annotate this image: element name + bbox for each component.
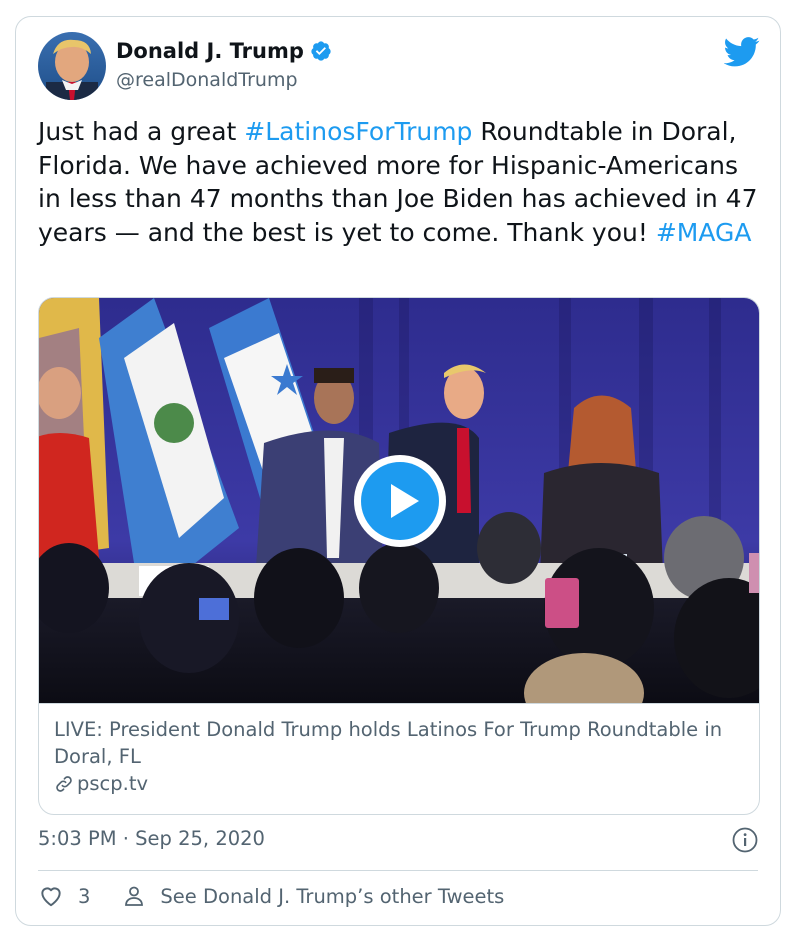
card-domain-text[interactable]: pscp.tv: [77, 772, 148, 795]
hashtag-maga[interactable]: #MAGA: [656, 218, 752, 247]
tweet-timestamp[interactable]: 5:03 PM · Sep 25, 2020: [38, 827, 265, 850]
author-name-row[interactable]: Donald J. Trump: [116, 39, 332, 63]
tweet-card: Donald J. Trump @realDonaldTrump Just ha…: [15, 16, 781, 926]
card-meta[interactable]: LIVE: President Donald Trump holds Latin…: [39, 703, 759, 814]
media-card[interactable]: LIVE: President Donald Trump holds Latin…: [38, 297, 760, 815]
verified-badge-icon: [311, 41, 331, 61]
tweet-text: Just had a great #LatinosForTrump Roundt…: [38, 115, 768, 249]
hashtag-latinosfortrump[interactable]: #LatinosForTrump: [244, 117, 472, 146]
card-domain[interactable]: pscp.tv: [54, 772, 148, 795]
author-display-name[interactable]: Donald J. Trump: [116, 39, 304, 63]
heart-icon[interactable]: [38, 883, 64, 909]
divider: [38, 870, 758, 871]
info-icon[interactable]: [732, 827, 758, 853]
link-icon: [56, 775, 72, 792]
like-count[interactable]: 3: [78, 885, 90, 908]
person-icon: [125, 886, 144, 906]
card-title[interactable]: LIVE: President Donald Trump holds Latin…: [54, 716, 754, 770]
play-button-fill: [361, 462, 439, 540]
author-handle[interactable]: @realDonaldTrump: [116, 69, 298, 91]
play-icon: [391, 484, 419, 518]
see-other-tweets-link[interactable]: See Donald J. Trump’s other Tweets: [160, 885, 504, 908]
play-button[interactable]: [354, 455, 446, 547]
twitter-bird-icon[interactable]: [724, 37, 760, 67]
avatar[interactable]: [38, 32, 106, 100]
tweet-text-segment: Just had a great: [38, 117, 245, 146]
action-bar: 3 See Donald J. Trump’s other Tweets: [38, 883, 504, 909]
